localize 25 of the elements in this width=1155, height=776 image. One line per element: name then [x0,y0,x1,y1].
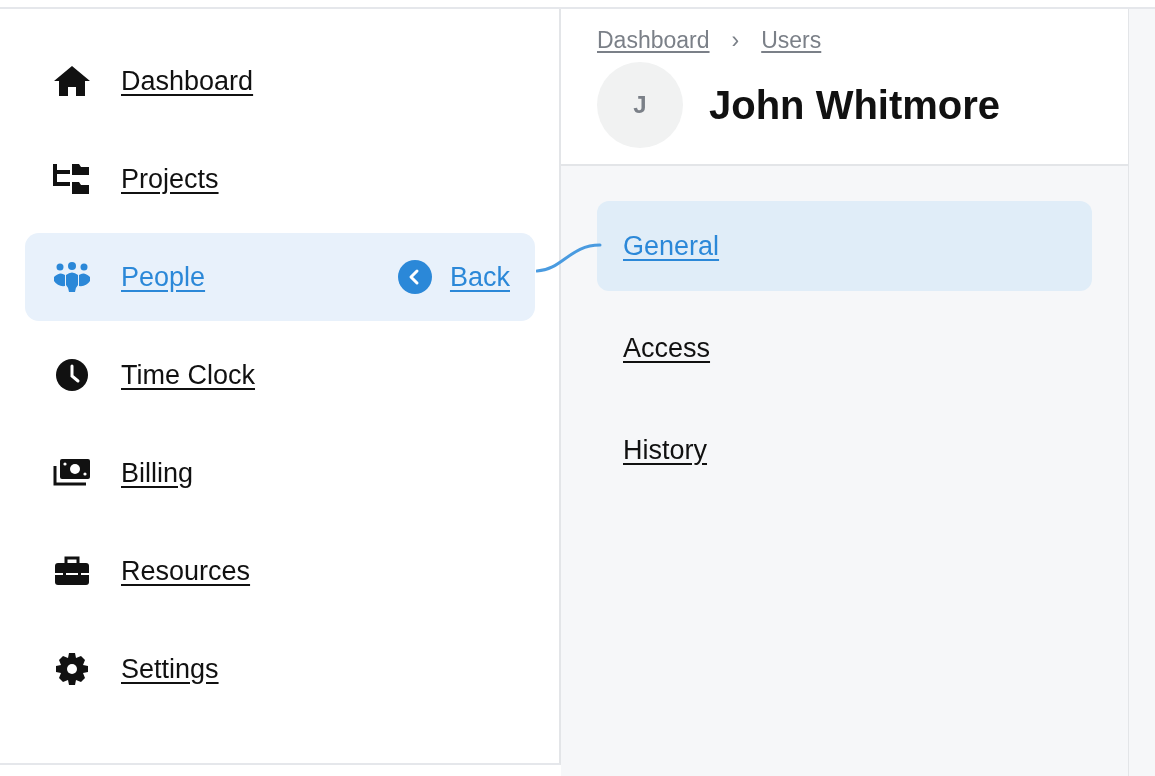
nav-link[interactable]: Billing [121,457,194,489]
people-icon [52,260,92,294]
nav-row[interactable]: Settings [25,625,535,713]
breadcrumb-separator: › [731,27,740,54]
tab[interactable]: Access [597,303,1092,393]
nav-link[interactable]: Resources [121,555,251,587]
breadcrumb-link[interactable]: Dashboard [597,27,710,54]
nav-link[interactable]: Dashboard [121,65,254,97]
nav-link[interactable]: Settings [121,653,219,685]
nav-row[interactable]: Projects [25,135,535,223]
home-icon [52,64,92,98]
nav-row[interactable]: Time Clock [25,331,535,419]
tab[interactable]: History [597,405,1092,495]
toolbox-icon [52,554,92,588]
nav-row[interactable]: Dashboard [25,37,535,125]
back-icon [397,260,432,294]
nav-row[interactable]: Resources [25,527,535,615]
page-title: John Whitmore [709,82,1001,128]
breadcrumb-link[interactable]: Users [761,27,822,54]
nav-link[interactable]: Projects [121,163,219,195]
nav-link[interactable]: Time Clock [121,359,255,391]
folder-tree-icon [52,162,92,196]
nav-row[interactable]: Billing [25,429,535,517]
avatar: J [597,62,683,148]
leader-line [536,242,602,274]
